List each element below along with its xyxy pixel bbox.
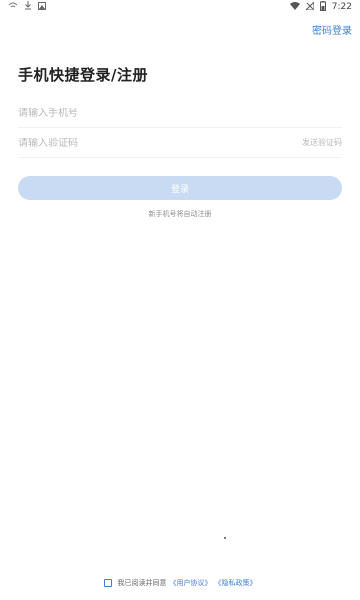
login-button[interactable]: 登录 bbox=[18, 176, 342, 200]
privacy-policy-link[interactable]: 《隐私政策》 bbox=[215, 578, 257, 588]
status-bar: 7:22 bbox=[0, 0, 360, 14]
signal-icon bbox=[289, 1, 300, 13]
status-time: 7:22 bbox=[331, 2, 352, 12]
wifi-icon bbox=[8, 2, 18, 13]
send-code-button[interactable]: 发送验证码 bbox=[302, 137, 342, 148]
decorative-dot bbox=[224, 537, 226, 539]
status-right: 7:22 bbox=[289, 0, 352, 14]
no-sim-icon bbox=[304, 0, 315, 13]
user-agreement-link[interactable]: 《用户协议》 bbox=[170, 578, 212, 588]
phone-field bbox=[18, 100, 342, 128]
status-left bbox=[8, 1, 46, 13]
agreement-text: 我已阅读并同意 bbox=[117, 579, 167, 587]
download-icon bbox=[24, 1, 32, 13]
code-field: 发送验证码 bbox=[18, 130, 342, 158]
battery-icon bbox=[319, 0, 326, 14]
verification-code-input[interactable] bbox=[18, 138, 248, 149]
password-login-link[interactable]: 密码登录 bbox=[312, 22, 352, 37]
agreement-checkbox[interactable] bbox=[103, 579, 112, 587]
auto-register-hint: 新手机号将自动注册 bbox=[148, 210, 212, 218]
phone-input[interactable] bbox=[18, 108, 248, 119]
page-title: 手机快捷登录/注册 bbox=[18, 66, 148, 84]
agreement-row: 我已阅读并同意 《用户协议》 《隐私政策》 bbox=[0, 578, 360, 588]
image-icon bbox=[38, 1, 46, 13]
